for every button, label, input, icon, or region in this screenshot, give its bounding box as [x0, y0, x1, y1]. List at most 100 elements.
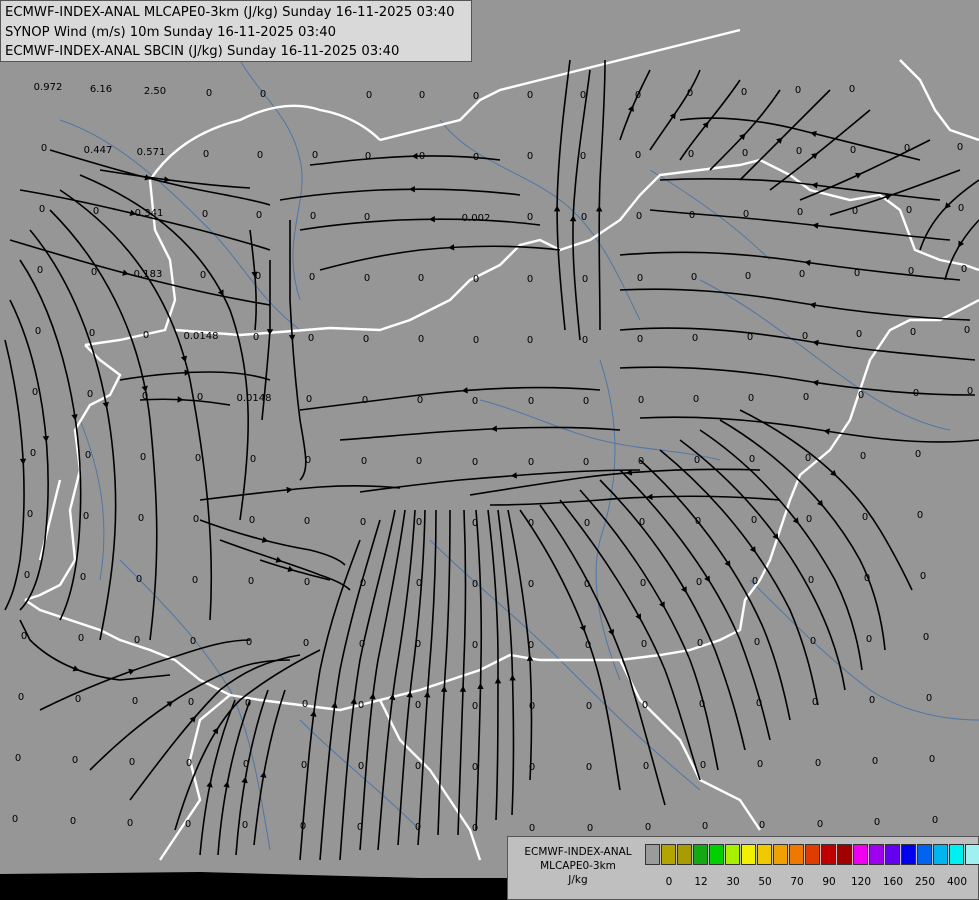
- sbcin-value: 0: [869, 695, 875, 706]
- sbcin-value: 0: [803, 392, 809, 403]
- sbcin-value: 0: [37, 265, 43, 276]
- sbcin-value: 0: [586, 762, 592, 773]
- sbcin-value: 0: [528, 457, 534, 468]
- sbcin-value: 0: [306, 394, 312, 405]
- sbcin-value: 0: [810, 636, 816, 647]
- sbcin-value: 0: [245, 698, 251, 709]
- sbcin-value: 0: [929, 754, 935, 765]
- sbcin-value: 0.0148: [237, 393, 272, 404]
- legend-swatch: [965, 844, 979, 865]
- sbcin-value: 0: [473, 152, 479, 163]
- sbcin-value: 0: [643, 761, 649, 772]
- sbcin-value: 0: [143, 330, 149, 341]
- sbcin-value: 0: [257, 150, 263, 161]
- sbcin-value: 6.16: [90, 84, 112, 95]
- sbcin-value: 0: [206, 88, 212, 99]
- sbcin-value: 0: [640, 578, 646, 589]
- sbcin-value: 0: [642, 700, 648, 711]
- sbcin-value: 0: [872, 756, 878, 767]
- sbcin-value: 0: [527, 90, 533, 101]
- sbcin-value: 0: [799, 269, 805, 280]
- legend-swatch: [789, 844, 804, 865]
- sbcin-value: 0: [132, 696, 138, 707]
- sbcin-value: 0: [200, 270, 206, 281]
- sbcin-value: 0: [908, 266, 914, 277]
- sbcin-value: 0: [691, 272, 697, 283]
- sbcin-value: 0: [364, 212, 370, 223]
- sbcin-value: 0: [75, 694, 81, 705]
- sbcin-value: 0: [473, 335, 479, 346]
- sbcin-value: 0: [850, 145, 856, 156]
- sbcin-value: 0: [958, 203, 964, 214]
- sbcin-value: 0.0148: [184, 331, 219, 342]
- sbcin-value: 0: [688, 149, 694, 160]
- sbcin-value: 0: [260, 89, 266, 100]
- sbcin-value: 0: [906, 205, 912, 216]
- legend-tick-label: 30: [726, 876, 740, 888]
- sbcin-value: 0: [849, 84, 855, 95]
- sbcin-value: 0.571: [137, 147, 166, 158]
- sbcin-value: 0: [472, 396, 478, 407]
- sbcin-value: 0: [89, 328, 95, 339]
- sbcin-value: 0: [696, 577, 702, 588]
- legend-swatch: [869, 844, 884, 865]
- sbcin-value: 0: [751, 515, 757, 526]
- sbcin-value: 0: [190, 636, 196, 647]
- sbcin-value: 0: [91, 267, 97, 278]
- sbcin-value: 0: [527, 212, 533, 223]
- sbcin-value: 0: [580, 90, 586, 101]
- sbcin-value: 0: [85, 450, 91, 461]
- sbcin-value: 0: [83, 511, 89, 522]
- sbcin-value: 0: [932, 815, 938, 826]
- sbcin-value: 0: [127, 818, 133, 829]
- sbcin-value: 0: [759, 820, 765, 831]
- sbcin-value: 0: [815, 758, 821, 769]
- legend-tick-label: 12: [694, 876, 708, 888]
- sbcin-value: 0: [580, 151, 586, 162]
- sbcin-value: 0: [304, 577, 310, 588]
- sbcin-value: 0: [359, 639, 365, 650]
- sbcin-value: 0: [363, 334, 369, 345]
- sbcin-value: 0: [967, 386, 973, 397]
- sbcin-value: 0: [78, 633, 84, 644]
- legend-swatch: [821, 844, 836, 865]
- sbcin-value: 0: [93, 206, 99, 217]
- sbcin-value: 0: [700, 760, 706, 771]
- sbcin-value: 0: [917, 510, 923, 521]
- legend-title: ECMWF-INDEX-ANAL MLCAPE0-3km J/kg: [512, 845, 644, 887]
- legend-tick-label: 90: [822, 876, 836, 888]
- legend-swatch: [677, 844, 692, 865]
- sbcin-value: 0.341: [135, 208, 164, 219]
- legend-swatch: [805, 844, 820, 865]
- sbcin-value: 0: [961, 264, 967, 275]
- sbcin-value: 0: [360, 578, 366, 589]
- sbcin-value: 0: [702, 821, 708, 832]
- sbcin-value: 0: [856, 329, 862, 340]
- legend-tick-label: 400: [946, 876, 968, 888]
- sbcin-value: 0: [312, 150, 318, 161]
- sbcin-value: 0: [529, 701, 535, 712]
- sbcin-value: 0: [304, 516, 310, 527]
- sbcin-value: 0: [366, 90, 372, 101]
- sbcin-value: 0: [584, 518, 590, 529]
- legend-swatches: [645, 844, 979, 865]
- sbcin-value: 0: [587, 823, 593, 834]
- sbcin-value: 0: [472, 518, 478, 529]
- sbcin-value: 0: [752, 576, 758, 587]
- sbcin-value: 0: [920, 571, 926, 582]
- sbcin-value: 0: [757, 759, 763, 770]
- sbcin-value: 0: [15, 753, 21, 764]
- sbcin-value: 0.447: [84, 145, 113, 156]
- sbcin-value: 0: [583, 457, 589, 468]
- sbcin-value: 0: [255, 271, 261, 282]
- sbcin-value: 0: [817, 819, 823, 830]
- sbcin-value: 0: [582, 274, 588, 285]
- sbcin-value: 0: [246, 637, 252, 648]
- sbcin-value: 0: [302, 699, 308, 710]
- sbcin-value: 0: [70, 816, 76, 827]
- sbcin-value: 0: [796, 146, 802, 157]
- sbcin-value: 0: [527, 274, 533, 285]
- sbcin-value: 0: [41, 143, 47, 154]
- sbcin-value: 0: [957, 142, 963, 153]
- sbcin-value: 0: [418, 273, 424, 284]
